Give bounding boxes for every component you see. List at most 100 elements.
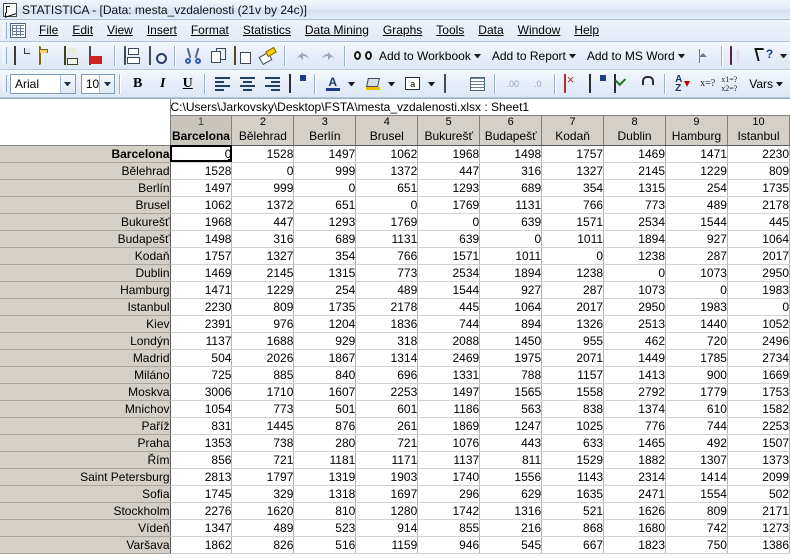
data-cell[interactable]: 1414 <box>665 468 728 486</box>
menu-item-window[interactable]: Window <box>511 21 568 40</box>
row-header-23[interactable]: Vídeň <box>0 519 171 537</box>
data-cell[interactable]: 1983 <box>665 298 728 316</box>
data-cell[interactable]: 1554 <box>665 485 728 503</box>
data-cell[interactable]: 601 <box>355 400 419 418</box>
data-cell[interactable]: 2391 <box>170 315 233 333</box>
data-cell[interactable]: 287 <box>541 281 605 299</box>
column-header-9[interactable]: 9 Hamburg <box>665 114 728 146</box>
data-cell[interactable]: 999 <box>293 162 357 180</box>
row-header-8[interactable]: Dublin <box>0 264 171 282</box>
data-cell[interactable]: 1582 <box>727 400 790 418</box>
data-cell[interactable]: 1137 <box>417 451 481 469</box>
data-cell[interactable]: 689 <box>293 230 357 248</box>
chevron-down-icon[interactable] <box>473 53 481 58</box>
data-cell[interactable]: 1869 <box>417 417 481 435</box>
font-name-dropdown-button[interactable] <box>59 74 75 93</box>
data-cell[interactable]: 856 <box>170 451 233 469</box>
cell-properties-button[interactable] <box>286 72 309 95</box>
row-header-3[interactable]: Berlín <box>0 179 171 197</box>
data-cell[interactable]: 776 <box>603 417 666 435</box>
redo-button[interactable] <box>316 44 339 67</box>
data-cell[interactable]: 1836 <box>355 315 419 333</box>
row-header-9[interactable]: Hamburg <box>0 281 171 299</box>
column-header-4[interactable]: 4 Brusel <box>355 114 419 146</box>
data-cell[interactable]: 1968 <box>170 213 233 231</box>
data-cell[interactable]: 1528 <box>231 145 295 163</box>
menu-item-file[interactable]: File <box>32 21 65 40</box>
fill-color-chevron-icon[interactable] <box>388 81 396 86</box>
align-left-button[interactable] <box>211 72 234 95</box>
data-cell[interactable]: 639 <box>417 230 481 248</box>
data-cell[interactable]: 1076 <box>417 434 481 452</box>
row-header-6[interactable]: Budapešť <box>0 230 171 248</box>
data-cell[interactable]: 1186 <box>417 400 481 418</box>
data-cell[interactable]: 1440 <box>665 315 728 333</box>
variables-formula-button[interactable]: x1=? x2=? <box>721 72 744 95</box>
data-cell[interactable]: 254 <box>665 179 728 197</box>
data-cell[interactable]: 1238 <box>603 247 666 265</box>
menu-item-insert[interactable]: Insert <box>140 21 184 40</box>
select-cases-button[interactable]: x=? <box>696 72 719 95</box>
data-cell[interactable]: 216 <box>479 519 543 537</box>
data-cell[interactable]: 1558 <box>541 383 605 401</box>
data-cell[interactable]: 742 <box>665 519 728 537</box>
data-cell[interactable]: 0 <box>541 247 605 265</box>
data-cell[interactable]: 766 <box>541 196 605 214</box>
data-cell[interactable]: 2471 <box>603 485 666 503</box>
data-cell[interactable]: 489 <box>355 281 419 299</box>
data-cell[interactable]: 1571 <box>417 247 481 265</box>
data-cell[interactable]: 1823 <box>603 536 666 554</box>
data-cell[interactable]: 885 <box>231 366 295 384</box>
bold-button[interactable]: B <box>126 72 149 95</box>
data-cell[interactable]: 2178 <box>727 196 790 214</box>
increase-decimal-button[interactable]: .00 <box>501 72 524 95</box>
data-cell[interactable]: 1331 <box>417 366 481 384</box>
row-header-12[interactable]: Londýn <box>0 332 171 350</box>
row-header-4[interactable]: Brusel <box>0 196 171 214</box>
data-cell[interactable]: 2178 <box>355 298 419 316</box>
data-cell[interactable]: 696 <box>355 366 419 384</box>
data-cell[interactable]: 788 <box>479 366 543 384</box>
data-cell[interactable]: 3006 <box>170 383 233 401</box>
data-cell[interactable]: 809 <box>727 162 790 180</box>
data-cell[interactable]: 1497 <box>417 383 481 401</box>
data-cell[interactable]: 445 <box>417 298 481 316</box>
column-header-1[interactable]: 1 Barcelona <box>170 114 233 146</box>
data-cell[interactable]: 1247 <box>479 417 543 435</box>
menu-item-view[interactable]: View <box>100 21 140 40</box>
column-header-7[interactable]: 7 Kodaň <box>541 114 605 146</box>
data-cell[interactable]: 1372 <box>231 196 295 214</box>
data-cell[interactable]: 633 <box>541 434 605 452</box>
data-cell[interactable]: 809 <box>665 502 728 520</box>
data-cell[interactable]: 2088 <box>417 332 481 350</box>
font-color-button[interactable]: A <box>321 72 344 95</box>
data-cell[interactable]: 766 <box>355 247 419 265</box>
data-cell[interactable]: 443 <box>479 434 543 452</box>
data-cell[interactable]: 1445 <box>231 417 295 435</box>
paste-button[interactable] <box>231 44 254 67</box>
data-cell[interactable]: 1753 <box>727 383 790 401</box>
save-button[interactable] <box>61 44 84 67</box>
data-cell[interactable]: 1347 <box>170 519 233 537</box>
data-cell[interactable]: 1327 <box>231 247 295 265</box>
italic-button[interactable]: I <box>151 72 174 95</box>
menu-item-data-mining[interactable]: Data Mining <box>298 21 376 40</box>
data-cell[interactable]: 254 <box>293 281 357 299</box>
data-cell[interactable]: 1882 <box>603 451 666 469</box>
column-header-6[interactable]: 6 Budapešť <box>479 114 543 146</box>
data-cell[interactable]: 927 <box>665 230 728 248</box>
data-cell[interactable]: 1131 <box>479 196 543 214</box>
chevron-down-icon[interactable] <box>776 81 783 86</box>
data-cell[interactable]: 1620 <box>231 502 295 520</box>
data-cell[interactable]: 868 <box>541 519 605 537</box>
data-cell[interactable]: 462 <box>603 332 666 350</box>
data-cell[interactable]: 894 <box>479 315 543 333</box>
data-cell[interactable]: 1064 <box>727 230 790 248</box>
column-header-2[interactable]: 2 Bělehrad <box>231 114 295 146</box>
data-cell[interactable]: 773 <box>603 196 666 214</box>
data-cell[interactable]: 1204 <box>293 315 357 333</box>
data-cell[interactable]: 1073 <box>603 281 666 299</box>
data-cell[interactable]: 0 <box>293 179 357 197</box>
data-cell[interactable]: 287 <box>665 247 728 265</box>
data-cell[interactable]: 1607 <box>293 383 357 401</box>
